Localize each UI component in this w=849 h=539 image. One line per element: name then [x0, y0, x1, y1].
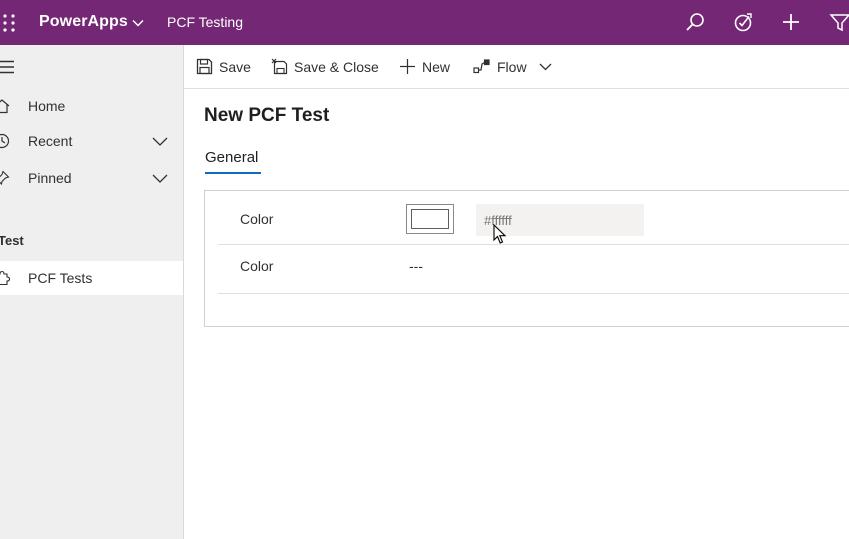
- search-icon[interactable]: [684, 11, 706, 33]
- flow-button[interactable]: Flow: [473, 58, 553, 76]
- save-icon: [196, 58, 213, 75]
- nav-label-pinned: Pinned: [28, 170, 72, 186]
- field-label-color: Color: [240, 258, 274, 274]
- nav-item-recent[interactable]: Recent: [0, 124, 183, 158]
- waffle-icon[interactable]: [0, 13, 16, 33]
- new-button[interactable]: New: [399, 58, 454, 76]
- nav-group-title: Test: [0, 233, 24, 248]
- save-button[interactable]: Save: [196, 58, 252, 76]
- mouse-cursor-icon: [493, 224, 507, 244]
- assistant-icon[interactable]: [732, 11, 754, 33]
- chevron-down-icon[interactable]: [152, 171, 168, 185]
- tab-general[interactable]: General: [205, 149, 258, 166]
- row-divider: [218, 293, 849, 294]
- site-map-nav: Home Recent Pinned Test PCF Tests: [0, 45, 184, 539]
- page-title: New PCF Test: [204, 105, 330, 126]
- top-bar: PowerApps PCF Testing: [0, 0, 849, 45]
- home-icon: [0, 99, 10, 114]
- flow-icon: [473, 59, 490, 74]
- nav-label-home: Home: [28, 98, 66, 114]
- save-close-label: Save & Close: [294, 59, 379, 75]
- field-label-color: Color: [240, 211, 274, 227]
- nav-label-recent: Recent: [28, 133, 73, 149]
- pin-icon: [0, 170, 10, 186]
- puzzle-icon: [0, 270, 10, 286]
- chevron-down-icon[interactable]: [131, 16, 145, 30]
- save-close-icon: [271, 58, 288, 75]
- filter-icon[interactable]: [829, 11, 849, 33]
- new-label: New: [422, 59, 451, 75]
- add-icon[interactable]: [780, 11, 802, 33]
- color-swatch-preview: [411, 209, 449, 229]
- save-close-button[interactable]: Save & Close: [271, 58, 379, 76]
- clock-icon: [0, 133, 10, 149]
- brand-name[interactable]: PowerApps: [39, 13, 128, 31]
- field-value-empty[interactable]: ---: [409, 258, 423, 274]
- nav-item-pcf-tests[interactable]: PCF Tests: [0, 261, 183, 295]
- nav-item-home[interactable]: Home: [0, 89, 183, 123]
- app-name[interactable]: PCF Testing: [167, 14, 243, 30]
- hamburger-menu-icon[interactable]: [0, 60, 14, 74]
- nav-item-pinned[interactable]: Pinned: [0, 161, 183, 195]
- color-swatch[interactable]: [406, 204, 454, 234]
- chevron-down-icon[interactable]: [539, 61, 552, 72]
- command-bar: Save Save & Close New Flow: [184, 45, 849, 89]
- row-divider: [218, 244, 849, 245]
- chevron-down-icon[interactable]: [152, 134, 168, 148]
- add-icon: [400, 59, 415, 74]
- nav-label-pcf-tests: PCF Tests: [28, 270, 93, 286]
- tab-active-indicator: [205, 172, 261, 174]
- save-label: Save: [219, 59, 251, 75]
- flow-label: Flow: [497, 59, 527, 75]
